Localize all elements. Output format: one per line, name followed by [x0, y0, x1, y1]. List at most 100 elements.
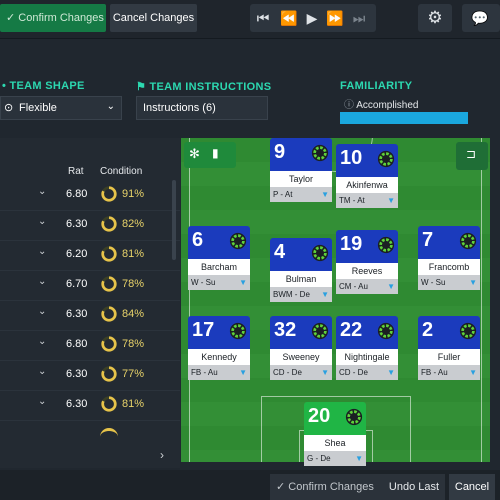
- rewind-icon[interactable]: ⏪: [278, 6, 300, 30]
- dropdown-arrow-icon: ▼: [355, 454, 363, 463]
- condition-ring-icon: [101, 186, 117, 202]
- fitness-icon: [345, 408, 363, 426]
- chevron-down-icon[interactable]: ⌄: [38, 186, 46, 197]
- fitness-icon: [377, 150, 395, 168]
- shirt-number: 4: [274, 241, 286, 263]
- player-card-header: 19: [336, 230, 398, 263]
- table-row[interactable]: ⌄ 6.80 91%: [0, 180, 180, 211]
- skip-forward-icon[interactable]: ⏭: [348, 6, 370, 30]
- table-row[interactable]: ⌄ 6.30 82%: [0, 210, 180, 241]
- fitness-icon: [229, 232, 247, 250]
- team-shape-select[interactable]: ⊙ Flexible ⌄: [0, 96, 122, 120]
- play-icon[interactable]: ▶: [301, 6, 323, 30]
- shirt-number: 9: [274, 141, 286, 163]
- player-role-select[interactable]: CM - Au ▼: [336, 279, 398, 294]
- chevron-down-icon[interactable]: ⌄: [38, 246, 46, 257]
- bar-chart-icon: ▮: [212, 146, 219, 160]
- player-card[interactable]: 17 Kennedy FB - Au ▼: [188, 316, 250, 380]
- fitness-icon: [229, 322, 247, 340]
- player-card[interactable]: 20 Shea G - De ▼: [304, 402, 366, 466]
- cancel-button[interactable]: Cancel: [449, 474, 495, 500]
- player-rating: 6.80: [66, 338, 88, 350]
- info-icon: ⓘ: [344, 100, 354, 111]
- chevron-down-icon[interactable]: ⌄: [38, 216, 46, 227]
- chevron-down-icon[interactable]: ⌄: [38, 276, 46, 287]
- gear-icon: ⚙: [427, 8, 443, 27]
- familiarity-title: FAMILIARITY: [340, 80, 413, 92]
- player-card[interactable]: 19 Reeves CM - Au ▼: [336, 230, 398, 294]
- expand-panel-button[interactable]: ⊐: [456, 142, 488, 170]
- player-card-header: 10: [336, 144, 398, 177]
- confirm-changes-bottom-button[interactable]: ✓ Confirm Changes: [270, 474, 384, 500]
- table-row[interactable]: ⌄ 6.20 81%: [0, 240, 180, 271]
- player-name: Reeves: [336, 263, 398, 279]
- confirm-changes-button[interactable]: ✓ Confirm Changes: [0, 4, 106, 32]
- condition-header[interactable]: Condition: [100, 166, 142, 177]
- table-row[interactable]: ⌄ 6.30 77%: [0, 360, 180, 391]
- arrow-icon: •: [2, 80, 10, 92]
- cancel-changes-button[interactable]: Cancel Changes: [110, 4, 197, 32]
- player-role-select[interactable]: W - Su ▼: [418, 275, 480, 290]
- player-name: Akinfenwa: [336, 177, 398, 193]
- table-row[interactable]: ⌄ 6.70 78%: [0, 270, 180, 301]
- player-rating: 6.70: [66, 278, 88, 290]
- team-instructions-button[interactable]: Instructions (6): [136, 96, 268, 120]
- player-card[interactable]: 32 Sweeney CD - De ▼: [270, 316, 332, 380]
- player-role-select[interactable]: P - At ▼: [270, 187, 332, 202]
- chevron-right-icon[interactable]: ›: [160, 448, 164, 462]
- player-role-select[interactable]: BWM - De ▼: [270, 287, 332, 302]
- player-name: Nightingale: [336, 349, 398, 365]
- player-card[interactable]: 9 Taylor P - At ▼: [270, 138, 332, 202]
- player-card[interactable]: 2 Fuller FB - Au ▼: [418, 316, 480, 380]
- player-card[interactable]: 4 Bulman BWM - De ▼: [270, 238, 332, 302]
- player-role-select[interactable]: TM - At ▼: [336, 193, 398, 208]
- dropdown-arrow-icon: ▼: [321, 290, 329, 299]
- fitness-icon: [459, 322, 477, 340]
- player-card[interactable]: 22 Nightingale CD - De ▼: [336, 316, 398, 380]
- player-card-header: 6: [188, 226, 250, 259]
- condition-ring-icon: [101, 246, 117, 262]
- player-name: Shea: [304, 435, 366, 451]
- chevron-down-icon: ⌄: [106, 101, 115, 112]
- player-role-select[interactable]: G - De ▼: [304, 451, 366, 466]
- rating-header[interactable]: Rat: [68, 166, 84, 177]
- chevron-down-icon[interactable]: ⌄: [38, 366, 46, 377]
- table-row[interactable]: ⌄ 6.80 78%: [0, 330, 180, 361]
- chevron-down-icon[interactable]: ⌄: [38, 396, 46, 407]
- fitness-icon: [311, 322, 329, 340]
- skip-back-icon[interactable]: ⏮: [252, 6, 274, 30]
- player-name: Bulman: [270, 271, 332, 287]
- condition-ring-icon: [101, 216, 117, 232]
- player-role: CD - De: [339, 368, 368, 377]
- player-rating: 6.30: [66, 368, 88, 380]
- fitness-icon: [311, 144, 329, 162]
- player-rating: 6.20: [66, 248, 88, 260]
- undo-last-button[interactable]: Undo Last: [383, 474, 445, 500]
- player-card-header: 20: [304, 402, 366, 435]
- shirt-number: 7: [422, 229, 434, 251]
- fast-forward-icon[interactable]: ⏩: [324, 6, 346, 30]
- pitch-view-toggle[interactable]: ✻ ▮: [184, 142, 236, 168]
- chevron-down-icon[interactable]: ⌄: [38, 336, 46, 347]
- player-role-select[interactable]: FB - Au ▼: [188, 365, 250, 380]
- player-role-select[interactable]: FB - Au ▼: [418, 365, 480, 380]
- table-scrollbar[interactable]: [172, 180, 176, 260]
- player-role-select[interactable]: CD - De ▼: [270, 365, 332, 380]
- player-card[interactable]: 6 Barcham W - Su ▼: [188, 226, 250, 290]
- dropdown-arrow-icon: ▼: [321, 368, 329, 377]
- player-role: G - De: [307, 454, 331, 463]
- player-role-select[interactable]: W - Su ▼: [188, 275, 250, 290]
- table-row[interactable]: ⌄ 6.30 81%: [0, 390, 180, 421]
- condition-ring-icon: [101, 336, 117, 352]
- chevron-down-icon[interactable]: ⌄: [38, 306, 46, 317]
- player-card-header: 4: [270, 238, 332, 271]
- table-row[interactable]: ⌄ 6.30 84%: [0, 300, 180, 331]
- player-role-select[interactable]: CD - De ▼: [336, 365, 398, 380]
- player-role: FB - Au: [191, 368, 218, 377]
- shirt-number: 10: [340, 147, 363, 169]
- player-card[interactable]: 7 Francomb W - Su ▼: [418, 226, 480, 290]
- team-instructions-title: ⚑ TEAM INSTRUCTIONS: [136, 81, 272, 93]
- player-card-header: 9: [270, 138, 332, 171]
- player-card[interactable]: 10 Akinfenwa TM - At ▼: [336, 144, 398, 208]
- condition-ring-icon: [101, 276, 117, 292]
